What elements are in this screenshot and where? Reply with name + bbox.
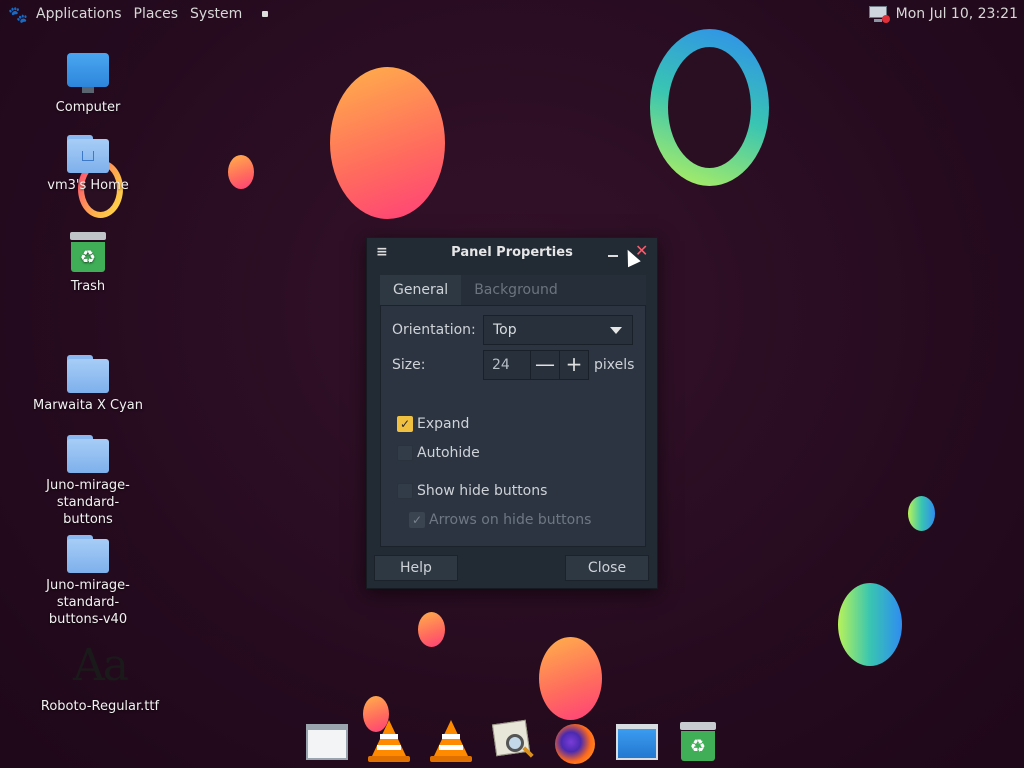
font-file-icon: Aa <box>72 640 129 691</box>
system-tray: Mon Jul 10, 23:21 <box>868 0 1018 28</box>
folder-icon <box>67 433 109 473</box>
minimize-icon[interactable] <box>607 242 621 260</box>
expand-checkbox[interactable]: ✓ <box>397 416 413 432</box>
decor-green-oval <box>838 583 902 666</box>
desktop-icon-label: Roboto-Regular.ttf <box>40 699 160 714</box>
desktop-icon-computer[interactable]: Computer <box>18 53 158 116</box>
size-decrease-button[interactable]: — <box>530 351 559 379</box>
autohide-checkbox[interactable] <box>397 445 413 461</box>
size-spinbox: 24 — + <box>483 350 589 380</box>
system-menu[interactable]: System <box>184 6 248 22</box>
autohide-row[interactable]: Autohide <box>397 445 480 461</box>
vlc-icon[interactable] <box>368 716 410 764</box>
file-manager-icon[interactable] <box>616 716 658 764</box>
desktop-icon-juno-v40[interactable]: Juno-mirage-standard-buttons-v40 <box>18 533 158 628</box>
orientation-value: Top <box>493 322 517 338</box>
help-button[interactable]: Help <box>374 555 458 581</box>
arrows-on-hide-buttons-checkbox: ✓ <box>409 512 425 528</box>
autohide-label: Autohide <box>417 445 480 461</box>
desktop-icon-label: Marwaita X Cyan <box>33 398 143 413</box>
orientation-label: Orientation: <box>392 322 476 338</box>
gnome-foot-icon[interactable]: 🐾 <box>8 4 28 24</box>
desktop-icon-label: Computer <box>55 100 121 115</box>
desktop-icon-marwaita[interactable]: Marwaita X Cyan <box>18 353 158 414</box>
computer-icon <box>66 53 110 95</box>
tab-background[interactable]: Background <box>461 275 646 305</box>
top-panel: 🐾 Applications Places System Mon Jul 10,… <box>0 0 1024 28</box>
dock: ♻ <box>306 708 720 764</box>
desktop-icon-trash[interactable]: ♻ Trash <box>18 232 158 295</box>
decor-orange-oval-large <box>330 67 445 219</box>
folder-icon <box>67 533 109 573</box>
size-label: Size: <box>392 357 426 373</box>
dialog-titlebar[interactable]: ≡ Panel Properties ✕ <box>367 238 657 266</box>
dialog-title: Panel Properties <box>451 244 573 260</box>
window-icon[interactable] <box>306 716 348 764</box>
tab-container: General Background Orientation: Top Size… <box>380 275 646 547</box>
show-hide-buttons-row[interactable]: Show hide buttons <box>397 483 547 499</box>
desktop-icon-label: Trash <box>70 279 106 294</box>
expand-label: Expand <box>417 416 470 432</box>
desktop-icon-label: Juno-mirage-standard-buttons-v40 <box>46 578 130 627</box>
firefox-icon[interactable] <box>554 716 596 764</box>
tab-general[interactable]: General <box>380 275 462 305</box>
decor-orange-oval-bottom <box>418 612 445 647</box>
arrows-on-hide-buttons-label: Arrows on hide buttons <box>429 512 592 528</box>
window-menu-icon[interactable]: ≡ <box>376 244 388 260</box>
desktop-icon-label: Juno-mirage-standard-buttons <box>46 478 130 527</box>
folder-icon <box>67 353 109 393</box>
show-hide-buttons-checkbox[interactable] <box>397 483 413 499</box>
desktop-icon-roboto[interactable]: Aa Roboto-Regular.ttf <box>30 638 170 715</box>
desktop-icon-juno[interactable]: Juno-mirage-standard-buttons <box>18 433 158 528</box>
decor-green-oval-small <box>908 496 935 531</box>
panel-applet-icon[interactable] <box>262 11 269 17</box>
trash-icon: ♻ <box>70 232 106 274</box>
decor-gradient-ring <box>650 29 769 186</box>
show-hide-buttons-label: Show hide buttons <box>417 483 548 499</box>
close-button[interactable]: Close <box>565 555 649 581</box>
home-folder-icon <box>67 133 109 173</box>
vlc-icon[interactable] <box>430 716 472 764</box>
trash-icon[interactable]: ♻ <box>678 716 720 764</box>
panel-properties-dialog: ≡ Panel Properties ✕ General Background … <box>366 237 658 589</box>
size-increase-button[interactable]: + <box>559 351 588 379</box>
size-unit-label: pixels <box>594 357 635 373</box>
image-viewer-icon[interactable] <box>491 716 534 764</box>
size-input[interactable]: 24 <box>484 351 530 379</box>
expand-row[interactable]: ✓ Expand <box>397 416 469 432</box>
network-disconnected-icon[interactable] <box>868 5 890 23</box>
desktop-icon-label: vm3's Home <box>47 178 129 193</box>
general-tab-panel: Orientation: Top Size: 24 — + pixels ✓ E… <box>380 305 646 547</box>
arrows-on-hide-buttons-row: ✓ Arrows on hide buttons <box>409 512 591 528</box>
desktop-icon-home[interactable]: vm3's Home <box>18 133 158 194</box>
applications-menu[interactable]: Applications <box>30 6 128 22</box>
dropdown-arrow-icon <box>610 327 622 334</box>
decor-orange-oval-small <box>228 155 254 189</box>
clock[interactable]: Mon Jul 10, 23:21 <box>896 6 1018 22</box>
places-menu[interactable]: Places <box>128 6 185 22</box>
orientation-select[interactable]: Top <box>483 315 633 345</box>
